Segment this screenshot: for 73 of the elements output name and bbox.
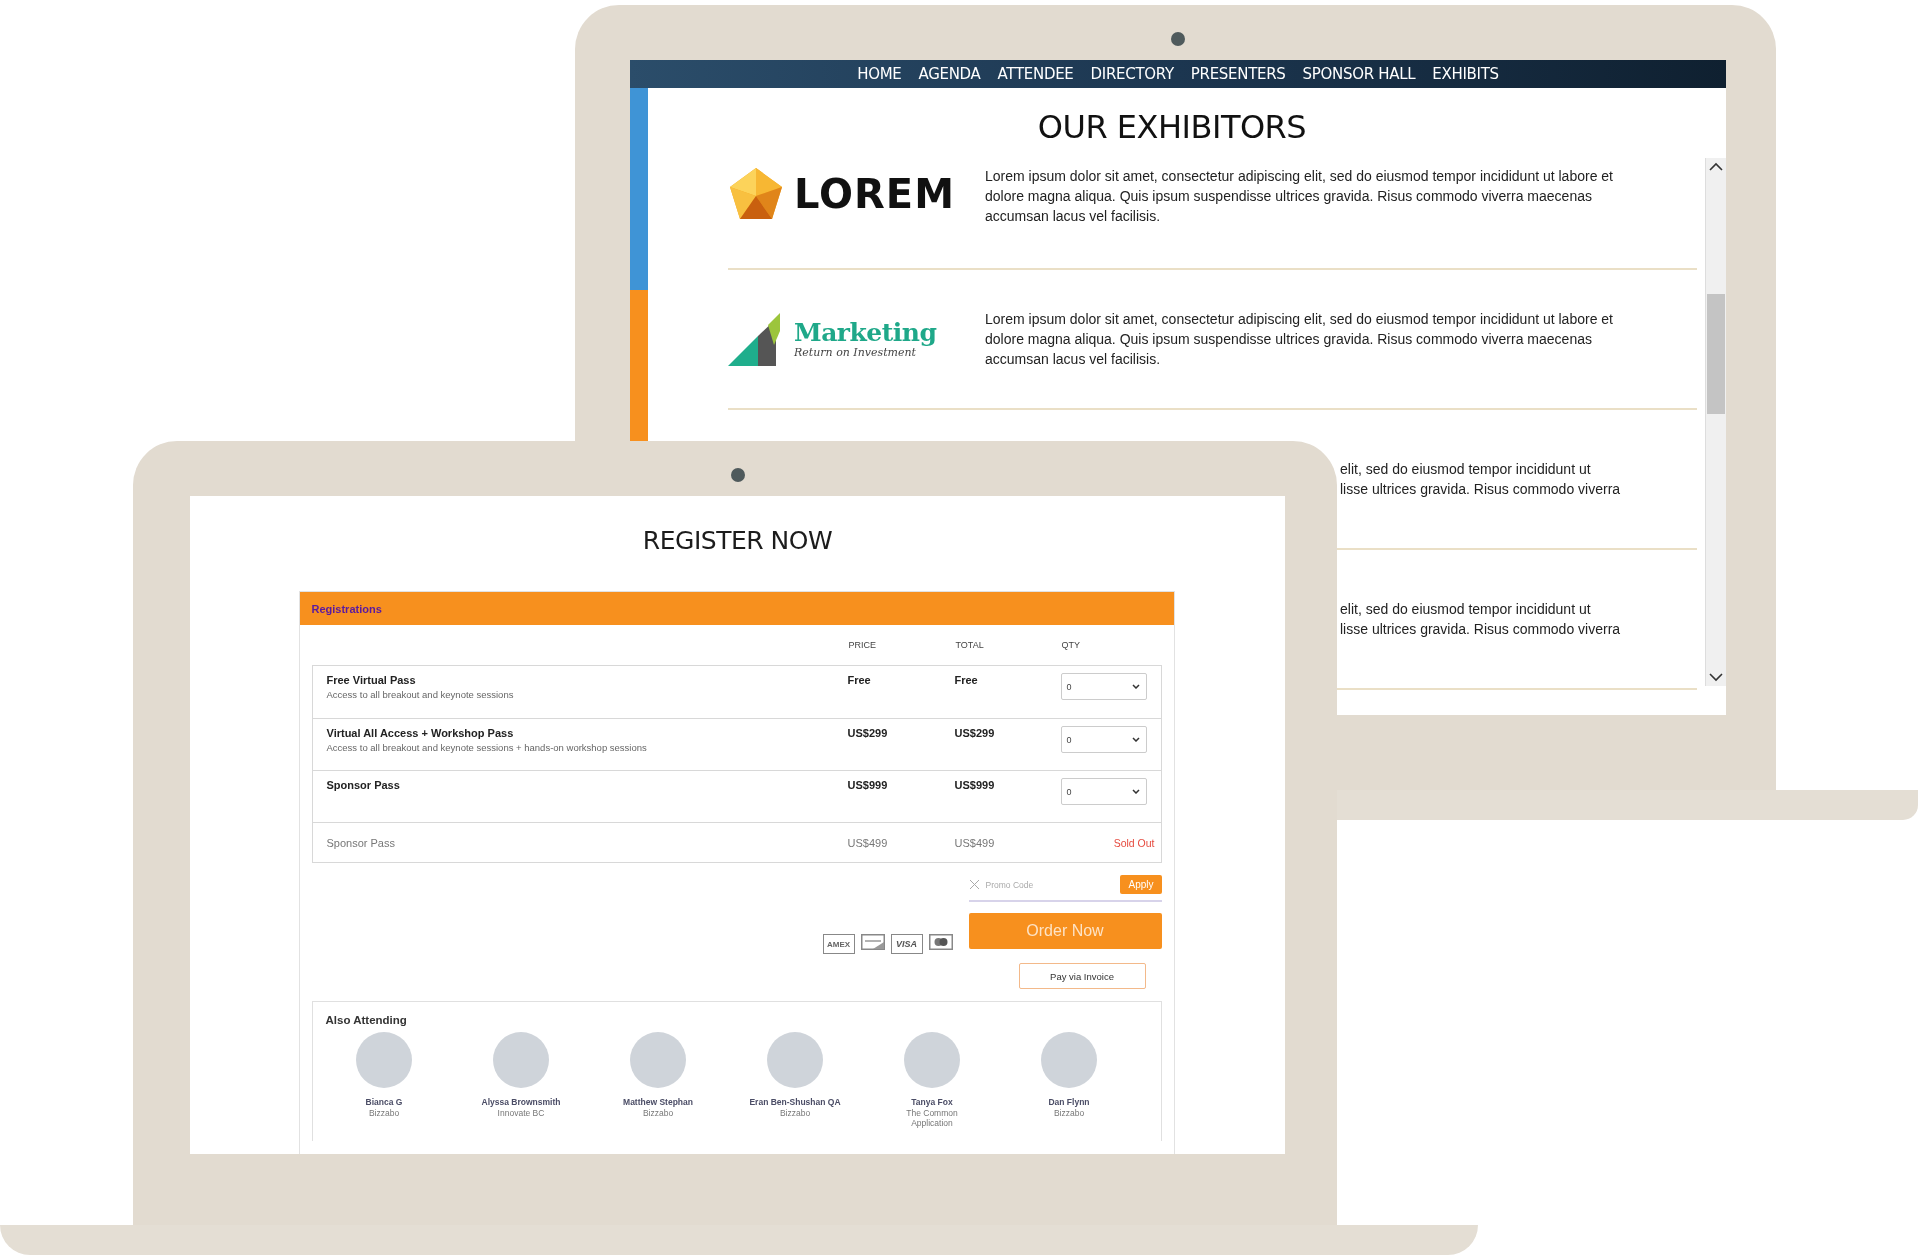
scrollbar[interactable] xyxy=(1705,158,1726,686)
credit-card-icon xyxy=(928,934,953,950)
exhibitor-description: Lorem ipsum dolor sit amet, consectetur adipiscing elit, sed do eiusmod tempor incididunt ut labore et dolore magna aliqua. Quis ipsum suspendisse ultrices gravida. Risus commodo viverra maecenas accumsan lacus vel facilisis. xyxy=(985,310,1614,369)
attendee-name: Matthew Stephan xyxy=(623,1097,693,1107)
exhibitor-description: lisse ultrices gravida. Risus commodo viverra xyxy=(1340,480,1621,499)
attendee-company: Bizzabo xyxy=(778,1108,812,1118)
ticket-price: US$499 xyxy=(847,836,889,849)
nav-link[interactable]: EXHIBITS xyxy=(1432,65,1499,83)
nav-link[interactable]: DIRECTORY xyxy=(1090,65,1174,83)
ticket-name: Sponsor Pass xyxy=(326,836,396,849)
avatar-placeholder xyxy=(493,1032,549,1088)
scroll-up-icon[interactable] xyxy=(1709,162,1723,172)
avatar-placeholder xyxy=(356,1032,412,1088)
ticket-total: Free xyxy=(954,674,979,686)
card-logo: AMEX xyxy=(822,934,855,954)
nav-link[interactable]: PRESENTERS xyxy=(1190,65,1286,83)
quantity-select[interactable]: 0 xyxy=(1060,726,1147,753)
ticket-description: Access to all breakout and keynote sessions + hands-on workshop sessions xyxy=(326,742,648,753)
exhibitor-description: lisse ultrices gravida. Risus commodo viverra xyxy=(1340,620,1621,639)
nav-link[interactable]: AGENDA xyxy=(918,65,981,83)
ticket-total: US$499 xyxy=(954,836,996,849)
nav-link[interactable]: ATTENDEE xyxy=(997,65,1074,83)
chevron-down-icon xyxy=(1131,737,1140,742)
nav-link[interactable]: HOME xyxy=(857,65,902,83)
attendee-company: The Common Application xyxy=(905,1108,959,1128)
logo-tagline: Return on Investment xyxy=(794,346,916,359)
card-logo: VISA xyxy=(890,934,923,954)
attendee-name: Dan Flynn xyxy=(1048,1097,1090,1107)
pentagon-logo-icon xyxy=(728,166,784,222)
page-title: REGISTER NOW xyxy=(642,526,833,555)
ticket-total: US$299 xyxy=(954,727,996,739)
attendee-company: Bizzabo xyxy=(641,1108,675,1118)
ticket-total: US$999 xyxy=(954,779,996,791)
nav-link[interactable]: SPONSOR HALL xyxy=(1302,65,1416,83)
close-icon[interactable] xyxy=(968,879,980,890)
ticket-name: Sponsor Pass xyxy=(326,779,401,791)
scroll-down-icon[interactable] xyxy=(1709,672,1723,682)
column-header: TOTAL xyxy=(955,640,985,650)
attendee-name: Bianca G xyxy=(365,1097,403,1107)
quantity-select[interactable]: 0 xyxy=(1060,673,1147,700)
attendee-company: Bizzabo xyxy=(1052,1108,1086,1118)
attendee-company: Innovate BC xyxy=(496,1108,546,1118)
ticket-name: Virtual All Access + Workshop Pass xyxy=(326,727,515,739)
attendee-name: Tanya Fox xyxy=(911,1097,953,1107)
attendee-company: Bizzabo xyxy=(367,1108,401,1118)
ticket-price: US$999 xyxy=(847,779,889,791)
chevron-down-icon xyxy=(1131,789,1140,794)
attendee-name: Alyssa Brownsmith xyxy=(481,1097,561,1107)
ticket-price: Free xyxy=(847,674,872,686)
exhibitor-description: elit, sed do eiusmod tempor incididunt ut xyxy=(1340,600,1592,619)
ticket-price: US$299 xyxy=(847,727,889,739)
promo-code-field[interactable]: Promo Code xyxy=(985,879,1086,890)
section-heading: Also Attending xyxy=(325,1014,408,1026)
column-header: QTY xyxy=(1061,640,1081,650)
sold-out-label: Sold Out xyxy=(1113,836,1156,849)
exhibitor-description: elit, sed do eiusmod tempor incididunt ut xyxy=(1340,460,1592,479)
credit-card-icon xyxy=(860,934,885,950)
ticket-description: Access to all breakout and keynote sessions xyxy=(326,689,515,700)
avatar-placeholder xyxy=(1041,1032,1097,1088)
avatar-placeholder xyxy=(904,1032,960,1088)
ticket-name: Free Virtual Pass xyxy=(326,674,417,686)
avatar-placeholder xyxy=(767,1032,823,1088)
chevron-down-icon xyxy=(1131,684,1140,689)
exhibitor-description: Lorem ipsum dolor sit amet, consectetur adipiscing elit, sed do eiusmod tempor incididunt ut labore et dolore magna aliqua. Quis ipsum suspendisse ultrices gravida. Risus commodo viverra maecenas accumsan lacus vel facilisis. xyxy=(985,167,1614,226)
quantity-select[interactable]: 0 xyxy=(1060,778,1147,805)
page-title: OUR EXHIBITORS xyxy=(1037,108,1307,146)
column-header: PRICE xyxy=(848,640,877,650)
panel-header: Registrations xyxy=(299,592,1174,625)
logo-wordmark: LOREM xyxy=(794,171,955,217)
avatar-placeholder xyxy=(630,1032,686,1088)
scrollbar-thumb[interactable] xyxy=(1707,294,1725,414)
attendee-name: Eran Ben-Shushan QA xyxy=(749,1097,841,1107)
pay-via-invoice-button[interactable]: Pay via Invoice xyxy=(1018,963,1146,989)
